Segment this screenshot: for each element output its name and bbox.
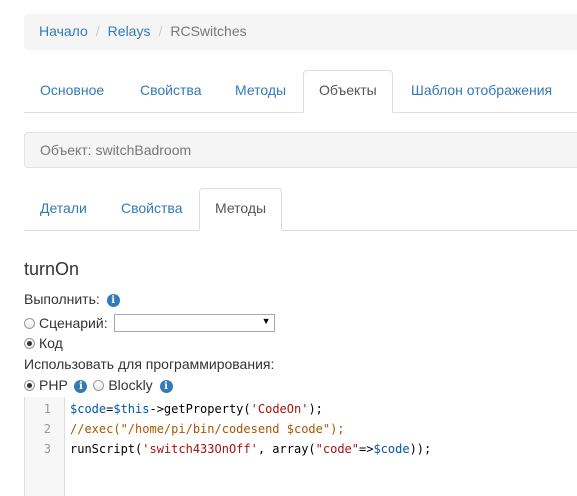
tab-objects[interactable]: Объекты (303, 70, 393, 113)
line-number: 2 (43, 422, 51, 436)
tab-general[interactable]: Основное (24, 70, 120, 112)
php-radio[interactable] (24, 380, 35, 391)
code-editor[interactable]: 1 2 3 $code=$this->getProperty('CodeOn')… (24, 397, 577, 496)
breadcrumb-current: RCSwitches (170, 23, 247, 39)
tab-methods[interactable]: Методы (219, 70, 302, 112)
info-icon[interactable]: i (74, 380, 88, 393)
blockly-radio[interactable] (93, 380, 105, 391)
language-row: PHP i Blockly i (24, 377, 173, 393)
code-line-1[interactable]: $code=$this->getProperty('CodeOn'); (70, 402, 323, 416)
code-label: Код (39, 335, 63, 351)
subtab-properties[interactable]: Свойства (105, 188, 198, 230)
line-number: 3 (43, 442, 51, 456)
code-line-2[interactable]: //exec("/home/pi/bin/codesend $code"); (70, 422, 345, 436)
object-bar: Объект: switchBadroom (24, 132, 577, 168)
breadcrumb-home-link[interactable]: Начало (39, 23, 88, 39)
scenario-row: Сценарий: ▼ (24, 314, 276, 332)
line-number: 1 (43, 402, 51, 416)
breadcrumb-separator: / (95, 23, 100, 39)
subtab-methods[interactable]: Методы (199, 188, 283, 231)
breadcrumb-separator: / (158, 23, 163, 39)
breadcrumb: Начало / Relays / RCSwitches (24, 14, 577, 50)
execute-row: Выполнить: i (24, 291, 120, 307)
tab-properties[interactable]: Свойства (124, 70, 217, 112)
info-icon[interactable]: i (159, 380, 173, 393)
object-sub-tabs: Детали Свойства Методы (24, 188, 577, 231)
programming-label: Использовать для программирования: (24, 356, 275, 372)
code-line-3[interactable]: runScript('switch433OnOff', array("code"… (70, 442, 431, 456)
programming-row: Использовать для программирования: (24, 356, 274, 372)
scenario-label: Сценарий: (39, 315, 108, 331)
method-title: turnOn (24, 259, 80, 279)
info-icon[interactable]: i (106, 294, 120, 307)
breadcrumb-relays-link[interactable]: Relays (108, 23, 151, 39)
execute-label: Выполнить: (24, 291, 100, 307)
blockly-label: Blockly (108, 377, 153, 393)
tab-display-template[interactable]: Шаблон отображения (395, 70, 568, 112)
code-radio[interactable] (24, 338, 35, 349)
scenario-select[interactable]: ▼ (114, 314, 276, 332)
dropdown-arrow-icon: ▼ (261, 316, 271, 326)
main-tabs: Основное Свойства Методы Объекты Шаблон … (24, 70, 577, 113)
scenario-radio[interactable] (24, 318, 35, 329)
line-number-gutter: 1 2 3 (25, 397, 65, 496)
code-row: Код (24, 335, 63, 351)
php-label: PHP (39, 377, 68, 393)
subtab-details[interactable]: Детали (24, 188, 103, 230)
